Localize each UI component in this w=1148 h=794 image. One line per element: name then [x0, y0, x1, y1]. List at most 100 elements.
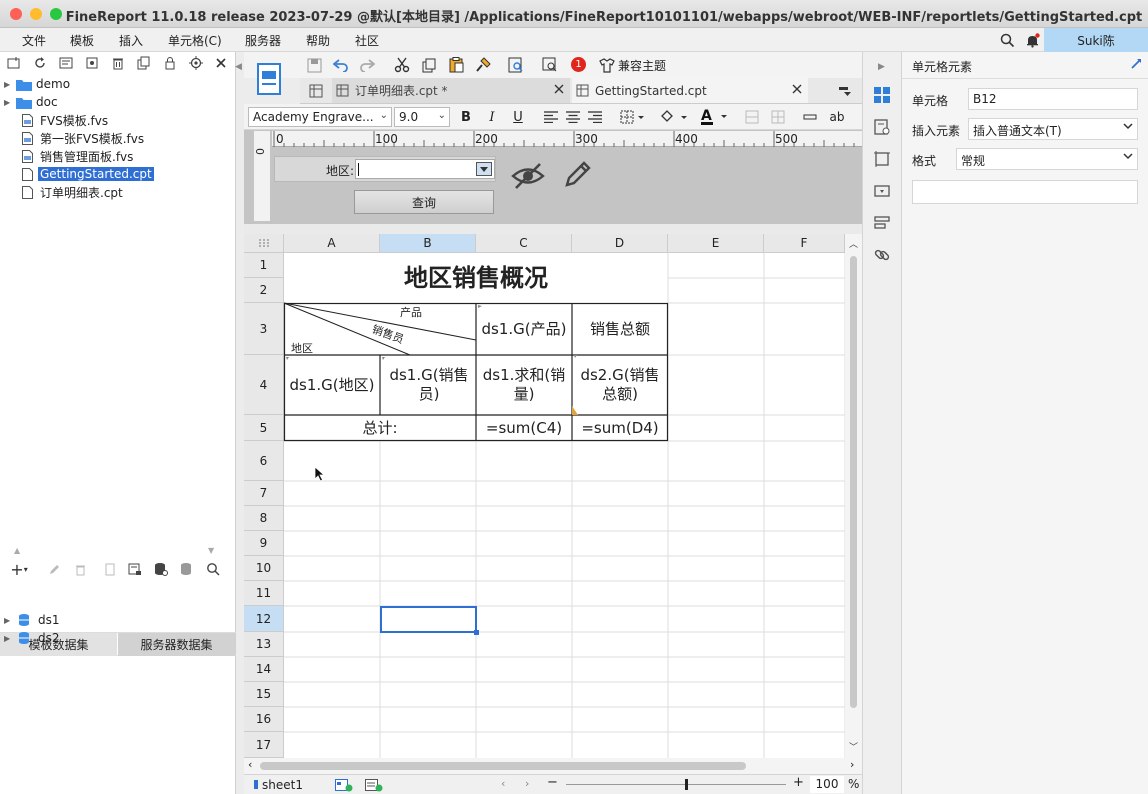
compat-theme-label[interactable]: 兼容主题 — [618, 57, 666, 74]
dataset-properties-icon[interactable] — [127, 561, 143, 577]
tree-item-order-detail[interactable]: 订单明细表.cpt — [22, 183, 125, 201]
font-color-icon[interactable]: A — [698, 107, 732, 127]
open-file-icon[interactable] — [58, 55, 74, 71]
cell-d4[interactable]: ds2.G(销售总额) — [576, 355, 664, 415]
copy-icon[interactable] — [136, 55, 152, 71]
delete-dataset-icon[interactable] — [72, 561, 88, 577]
search-icon[interactable] — [999, 32, 1015, 48]
menu-community[interactable]: 社区 — [355, 32, 379, 49]
sheet-tab[interactable]: sheet1 — [254, 776, 303, 793]
cut-icon[interactable] — [393, 56, 411, 74]
row-header[interactable]: 9 — [244, 531, 284, 556]
vertical-scrollbar[interactable]: ︿ ﹀ — [845, 234, 862, 758]
zoom-in-icon[interactable]: + — [793, 775, 804, 790]
preview-icon[interactable] — [507, 56, 525, 74]
align-right-icon[interactable] — [587, 109, 603, 125]
menu-help[interactable]: 帮助 — [306, 32, 330, 49]
column-header-d[interactable]: D — [572, 234, 668, 253]
cell-a5[interactable]: 总计: — [284, 415, 476, 441]
format-painter-icon[interactable] — [474, 56, 492, 74]
widget-settings-icon[interactable] — [871, 180, 893, 202]
cell-a4[interactable]: ds1.G(地区) — [284, 355, 380, 415]
column-header-f[interactable]: F — [764, 234, 845, 253]
hide-eye-icon[interactable] — [508, 158, 548, 194]
notification-badge[interactable]: 1 — [571, 57, 586, 72]
cell-c3[interactable]: ds1.G(产品) — [476, 303, 572, 355]
preview-dataset-icon[interactable] — [102, 561, 118, 577]
tab-server-datasets[interactable]: 服务器数据集 — [118, 633, 235, 656]
hyperlink-icon[interactable] — [871, 244, 893, 266]
expand-arrow-icon[interactable]: ▶ — [4, 634, 18, 643]
underline-icon[interactable]: U — [510, 109, 526, 125]
pin-panel-icon[interactable] — [1128, 56, 1144, 72]
row-header[interactable]: 11 — [244, 581, 284, 606]
tree-item-doc[interactable]: ▶ doc — [4, 93, 60, 111]
conditional-attribute-icon[interactable] — [871, 212, 893, 234]
tab-order-detail[interactable]: 订单明细表.cpt * — [332, 78, 570, 103]
vertical-scroll-thumb[interactable] — [850, 256, 857, 708]
menu-file[interactable]: 文件 — [22, 32, 46, 49]
insert-element-select[interactable]: 插入普通文本(T) — [968, 118, 1138, 140]
prev-sheet-icon[interactable]: ‹ — [501, 777, 505, 790]
wrap-text-icon[interactable] — [802, 109, 818, 125]
float-element-icon[interactable] — [871, 148, 893, 170]
font-size-select[interactable]: 9.0 ⌄ — [394, 107, 450, 127]
tree-item-demo[interactable]: ▶ demo — [4, 75, 72, 93]
merge-cells-icon[interactable] — [744, 109, 760, 125]
row-header[interactable]: 13 — [244, 632, 284, 657]
add-dataset-icon[interactable]: + ▾ — [6, 560, 32, 579]
paste-icon[interactable] — [447, 56, 465, 74]
horizontal-scrollbar[interactable]: ‹ › — [244, 758, 862, 774]
region-param-input[interactable] — [355, 159, 495, 179]
row-header[interactable]: 15 — [244, 682, 284, 707]
row-header[interactable]: 1 — [244, 253, 284, 278]
cell-c5[interactable]: =sum(C4) — [476, 415, 572, 441]
column-header-a[interactable]: A — [284, 234, 380, 253]
align-left-icon[interactable] — [543, 109, 559, 125]
fill-color-icon[interactable] — [658, 109, 690, 125]
cell-c4[interactable]: ds1.求和(销量) — [478, 355, 570, 415]
search-replace-icon[interactable] — [541, 56, 559, 74]
horizontal-scroll-thumb[interactable] — [260, 762, 746, 770]
settings-icon[interactable] — [84, 55, 100, 71]
row-header[interactable]: 14 — [244, 657, 284, 682]
text-direction-icon[interactable]: ab — [828, 109, 846, 125]
new-folder-icon[interactable] — [6, 55, 22, 71]
menu-template[interactable]: 模板 — [70, 32, 94, 49]
align-center-icon[interactable] — [565, 109, 581, 125]
dropdown-arrow-icon[interactable] — [476, 162, 492, 176]
scroll-left-icon[interactable]: ‹ — [248, 758, 252, 771]
column-header-c[interactable]: C — [476, 234, 572, 253]
cell-name-input[interactable]: B12 — [968, 88, 1138, 110]
tree-item-fvs[interactable]: FVS模板.fvs — [22, 111, 110, 129]
selected-cell-b12[interactable] — [380, 606, 479, 635]
scroll-down-icon[interactable]: ﹀ — [849, 740, 858, 753]
expand-arrow-icon[interactable]: ▶ — [4, 616, 18, 625]
zoom-out-icon[interactable]: − — [547, 775, 558, 790]
zoom-slider-knob[interactable] — [684, 779, 688, 790]
tree-item-first-fvs[interactable]: 第一张FVS模板.fvs — [22, 129, 146, 147]
tree-item-gettingstarted[interactable]: GettingStarted.cpt — [22, 165, 154, 183]
expand-arrow-icon[interactable]: ▶ — [4, 98, 16, 107]
row-header[interactable]: 5 — [244, 415, 284, 441]
close-tab-icon[interactable] — [792, 84, 802, 94]
copy-icon[interactable] — [420, 56, 438, 74]
search-icon[interactable] — [205, 561, 221, 577]
row-header[interactable]: 6 — [244, 441, 284, 481]
tree-item-sales-panel[interactable]: 销售管理面板.fvs — [22, 147, 135, 165]
split-cells-icon[interactable] — [770, 109, 786, 125]
menu-server[interactable]: 服务器 — [245, 32, 281, 49]
border-icon[interactable] — [619, 109, 647, 125]
bold-icon[interactable]: B — [458, 109, 474, 125]
server-dataset-icon[interactable] — [179, 561, 195, 577]
menu-insert[interactable]: 插入 — [119, 32, 143, 49]
compat-theme-icon[interactable] — [598, 56, 616, 74]
select-all-corner[interactable] — [244, 234, 284, 253]
scroll-right-icon[interactable]: › — [850, 758, 854, 771]
save-icon[interactable] — [305, 56, 323, 74]
tab-list-icon[interactable] — [836, 82, 854, 100]
row-header[interactable]: 12 — [244, 606, 284, 632]
add-sheet-icon[interactable] — [334, 777, 354, 793]
add-form-sheet-icon[interactable] — [364, 777, 384, 793]
query-button[interactable]: 查询 — [354, 190, 494, 214]
